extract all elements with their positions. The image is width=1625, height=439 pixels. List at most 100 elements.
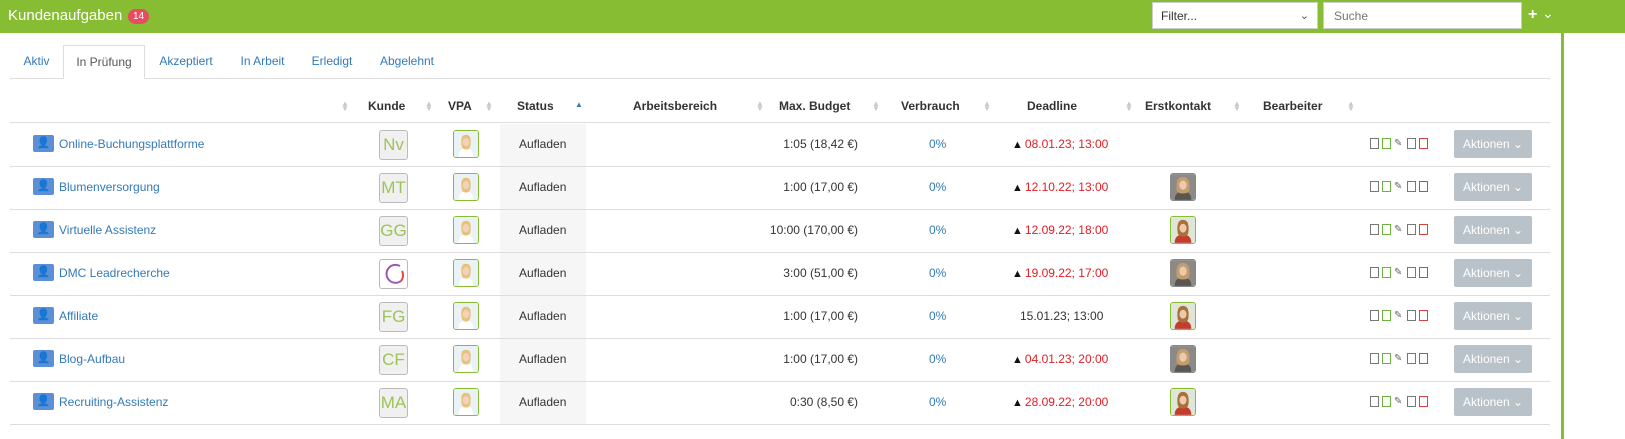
tab-akzeptiert[interactable]: Akzeptiert bbox=[145, 45, 227, 78]
document-icon[interactable] bbox=[1407, 353, 1416, 364]
pdf-icon[interactable] bbox=[1419, 181, 1428, 192]
sort-icon[interactable]: ▲ ▼ bbox=[1347, 100, 1355, 113]
column-header-verbrauch[interactable]: Verbrauch bbox=[901, 99, 960, 113]
task-link[interactable]: DMC Leadrecherche bbox=[59, 266, 170, 280]
actions-button[interactable]: Aktionen ⌄ bbox=[1454, 216, 1532, 244]
pdf-icon[interactable] bbox=[1419, 267, 1428, 278]
kunde-avatar[interactable]: FG bbox=[379, 302, 408, 332]
document-icon[interactable] bbox=[1370, 224, 1379, 235]
document-green-icon[interactable] bbox=[1382, 310, 1391, 321]
kunde-avatar[interactable]: CF bbox=[379, 345, 408, 375]
kunde-avatar[interactable]: Nv bbox=[379, 130, 408, 160]
pdf-icon[interactable] bbox=[1419, 396, 1428, 407]
document-icon[interactable] bbox=[1407, 224, 1416, 235]
column-header-erstkontakt[interactable]: Erstkontakt bbox=[1145, 99, 1211, 113]
edit-icon[interactable]: ✎ bbox=[1394, 267, 1405, 278]
document-icon[interactable] bbox=[1407, 181, 1416, 192]
edit-icon[interactable]: ✎ bbox=[1394, 310, 1405, 321]
document-icon[interactable] bbox=[1370, 138, 1379, 149]
tab-erledigt[interactable]: Erledigt bbox=[298, 45, 366, 78]
document-green-icon[interactable] bbox=[1382, 138, 1391, 149]
scrollbar[interactable] bbox=[1561, 33, 1564, 439]
actions-button[interactable]: Aktionen ⌄ bbox=[1454, 345, 1532, 373]
sort-icon[interactable]: ▲ ▼ bbox=[485, 100, 493, 113]
document-green-icon[interactable] bbox=[1382, 224, 1391, 235]
document-icon[interactable] bbox=[1370, 396, 1379, 407]
add-user-icon[interactable]: 👤 bbox=[33, 350, 54, 367]
column-header-deadline[interactable]: Deadline bbox=[1027, 99, 1077, 113]
erstkontakt-avatar[interactable] bbox=[1170, 388, 1196, 416]
task-link[interactable]: Virtuelle Assistenz bbox=[59, 223, 156, 237]
kunde-avatar[interactable]: MA bbox=[379, 388, 408, 418]
task-link[interactable]: Affiliate bbox=[59, 309, 98, 323]
vpa-avatar[interactable] bbox=[453, 130, 479, 158]
sort-icon[interactable]: ▲ ▼ bbox=[341, 100, 349, 113]
document-green-icon[interactable] bbox=[1382, 267, 1391, 278]
kunde-avatar[interactable]: GG bbox=[379, 216, 408, 246]
task-link[interactable]: Recruiting-Assistenz bbox=[59, 395, 168, 409]
search-input[interactable] bbox=[1323, 2, 1522, 29]
sort-icon[interactable]: ▲ ▼ bbox=[983, 100, 991, 113]
task-link[interactable]: Blog-Aufbau bbox=[59, 352, 125, 366]
document-green-icon[interactable] bbox=[1382, 181, 1391, 192]
vpa-avatar[interactable] bbox=[453, 216, 479, 244]
column-header-arbeitsbereich[interactable]: Arbeitsbereich bbox=[633, 99, 717, 113]
document-green-icon[interactable] bbox=[1382, 396, 1391, 407]
sort-icon[interactable]: ▲ ▼ bbox=[425, 100, 433, 113]
column-header-bearbeiter[interactable]: Bearbeiter bbox=[1263, 99, 1322, 113]
vpa-avatar[interactable] bbox=[453, 302, 479, 330]
chevron-down-icon[interactable]: ⌄ bbox=[1542, 5, 1554, 22]
column-header-vpa[interactable]: VPA bbox=[448, 99, 472, 113]
erstkontakt-avatar[interactable] bbox=[1170, 216, 1196, 244]
vpa-avatar[interactable] bbox=[453, 388, 479, 416]
erstkontakt-avatar[interactable] bbox=[1170, 259, 1196, 287]
column-header-status[interactable]: Status bbox=[517, 99, 554, 113]
add-user-icon[interactable]: 👤 bbox=[33, 264, 54, 281]
sort-asc-icon[interactable]: ▲ bbox=[575, 101, 583, 109]
tab-aktiv[interactable]: Aktiv bbox=[10, 45, 63, 78]
document-icon[interactable] bbox=[1370, 353, 1379, 364]
pdf-icon[interactable] bbox=[1419, 138, 1428, 149]
vpa-avatar[interactable] bbox=[453, 345, 479, 373]
sort-icon[interactable]: ▲ ▼ bbox=[872, 100, 880, 113]
actions-button[interactable]: Aktionen ⌄ bbox=[1454, 259, 1532, 287]
actions-button[interactable]: Aktionen ⌄ bbox=[1454, 173, 1532, 201]
add-user-icon[interactable]: 👤 bbox=[33, 135, 54, 152]
document-icon[interactable] bbox=[1370, 310, 1379, 321]
pdf-icon[interactable] bbox=[1419, 310, 1428, 321]
edit-icon[interactable]: ✎ bbox=[1394, 224, 1405, 235]
add-user-icon[interactable]: 👤 bbox=[33, 221, 54, 238]
vpa-avatar[interactable] bbox=[453, 259, 479, 287]
actions-button[interactable]: Aktionen ⌄ bbox=[1454, 130, 1532, 158]
pdf-icon[interactable] bbox=[1419, 353, 1428, 364]
add-icon[interactable]: + bbox=[1528, 6, 1537, 24]
column-header-budget[interactable]: Max. Budget bbox=[779, 99, 850, 113]
add-user-icon[interactable]: 👤 bbox=[33, 393, 54, 410]
actions-button[interactable]: Aktionen ⌄ bbox=[1454, 388, 1532, 416]
erstkontakt-avatar[interactable] bbox=[1170, 173, 1196, 201]
tab-in-arbeit[interactable]: In Arbeit bbox=[227, 45, 298, 78]
task-link[interactable]: Blumenversorgung bbox=[59, 180, 160, 194]
task-link[interactable]: Online-Buchungsplattforme bbox=[59, 137, 204, 151]
document-icon[interactable] bbox=[1407, 310, 1416, 321]
vpa-avatar[interactable] bbox=[453, 173, 479, 201]
document-icon[interactable] bbox=[1370, 267, 1379, 278]
document-icon[interactable] bbox=[1407, 267, 1416, 278]
pdf-icon[interactable] bbox=[1419, 224, 1428, 235]
erstkontakt-avatar[interactable] bbox=[1170, 302, 1196, 330]
document-icon[interactable] bbox=[1407, 138, 1416, 149]
add-user-icon[interactable]: 👤 bbox=[33, 178, 54, 195]
tab-in-pruefung[interactable]: In Prüfung bbox=[63, 45, 145, 79]
actions-button[interactable]: Aktionen ⌄ bbox=[1454, 302, 1532, 330]
kunde-avatar[interactable] bbox=[379, 259, 408, 289]
edit-icon[interactable]: ✎ bbox=[1394, 396, 1405, 407]
edit-icon[interactable]: ✎ bbox=[1394, 353, 1405, 364]
tab-abgelehnt[interactable]: Abgelehnt bbox=[366, 45, 448, 78]
filter-select[interactable]: Filter... ⌄ bbox=[1152, 2, 1318, 29]
sort-icon[interactable]: ▲ ▼ bbox=[756, 100, 764, 113]
add-user-icon[interactable]: 👤 bbox=[33, 307, 54, 324]
sort-icon[interactable]: ▲ ▼ bbox=[1233, 100, 1241, 113]
document-green-icon[interactable] bbox=[1382, 353, 1391, 364]
kunde-avatar[interactable]: MT bbox=[379, 173, 408, 203]
edit-icon[interactable]: ✎ bbox=[1394, 181, 1405, 192]
